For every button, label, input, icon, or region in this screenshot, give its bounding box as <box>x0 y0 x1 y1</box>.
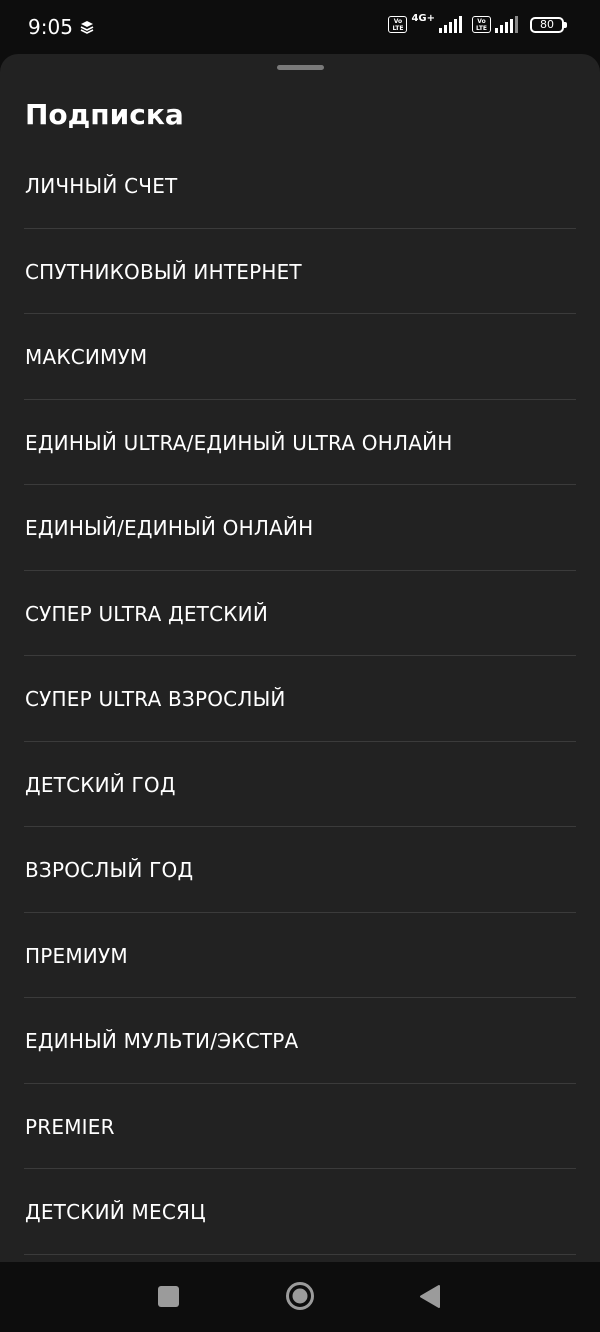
list-item[interactable]: МАКСИМУМ <box>0 314 600 400</box>
list-item[interactable]: ВЗРОСЛЫЙ ГОД <box>0 827 600 913</box>
recents-icon[interactable] <box>158 1286 179 1307</box>
list-item-label: СПУТНИКОВЫЙ ИНТЕРНЕТ <box>25 259 302 284</box>
signal-icon <box>439 16 462 33</box>
list-item[interactable]: ЕДИНЫЙ/ЕДИНЫЙ ОНЛАЙН <box>0 485 600 571</box>
list-item[interactable]: ПРЕМИУМ <box>0 913 600 998</box>
list-item-label: ЕДИНЫЙ МУЛЬТИ/ЭКСТРА <box>25 1029 299 1053</box>
list-item-label: PREMIER <box>25 1114 115 1139</box>
list-item-label: ЛИЧНЫЙ СЧЕТ <box>25 174 178 198</box>
list-item[interactable]: ЕДИНЫЙ ULTRA/ЕДИНЫЙ ULTRA ОНЛАЙН <box>0 400 600 485</box>
list-item[interactable]: ЛИЧНЫЙ СЧЕТ <box>0 143 600 229</box>
layers-icon <box>80 21 94 34</box>
battery-level: 80 <box>540 17 554 31</box>
list-item[interactable]: СУПЕР ULTRA ВЗРОСЛЫЙ <box>0 656 600 742</box>
list-item-label: ЕДИНЫЙ/ЕДИНЫЙ ОНЛАЙН <box>25 516 314 540</box>
home-icon[interactable] <box>285 1281 315 1311</box>
status-icons: Vo LTE 4G+ Vo LTE 80 <box>388 13 567 33</box>
volte-icon: Vo LTE <box>388 16 408 33</box>
list-item[interactable]: ДЕТСКИЙ ГОД <box>0 742 600 827</box>
list-item-label: ЕДИНЫЙ ULTRA/ЕДИНЫЙ ULTRA ОНЛАЙН <box>25 430 453 455</box>
signal-icon-2 <box>495 16 518 33</box>
drag-handle[interactable] <box>277 65 324 70</box>
list-item[interactable]: ДЕТСКИЙ МЕСЯЦ <box>0 1169 600 1255</box>
list-item-label: ДЕТСКИЙ МЕСЯЦ <box>25 1200 206 1224</box>
subscription-sheet: Подписка ЛИЧНЫЙ СЧЕТ СПУТНИКОВЫЙ ИНТЕРНЕ… <box>0 54 600 1262</box>
list-item-label: МАКСИМУМ <box>25 345 148 369</box>
list-item-label: ВЗРОСЛЫЙ ГОД <box>25 858 194 882</box>
divider <box>24 1253 576 1255</box>
list-item-label: ПРЕМИУМ <box>25 943 128 968</box>
list-item-label: СУПЕР ULTRA ВЗРОСЛЫЙ <box>25 687 286 711</box>
battery-icon: 80 <box>530 16 567 33</box>
subscription-list: ЛИЧНЫЙ СЧЕТ СПУТНИКОВЫЙ ИНТЕРНЕТ МАКСИМУ… <box>0 143 600 1255</box>
volte-icon-2: Vo LTE <box>472 16 491 33</box>
status-bar: 9:05 Vo LTE 4G+ Vo LTE 80 <box>0 0 600 54</box>
list-item[interactable]: СУПЕР ULTRA ДЕТСКИЙ <box>0 571 600 656</box>
list-item-label: ДЕТСКИЙ ГОД <box>25 772 176 797</box>
list-item[interactable]: ЕДИНЫЙ МУЛЬТИ/ЭКСТРА <box>0 998 600 1084</box>
back-icon[interactable] <box>419 1284 441 1309</box>
status-time: 9:05 <box>28 15 73 39</box>
list-item[interactable]: PREMIER <box>0 1084 600 1169</box>
navigation-bar <box>0 1262 600 1332</box>
list-item[interactable]: СПУТНИКОВЫЙ ИНТЕРНЕТ <box>0 229 600 314</box>
list-item-label: СУПЕР ULTRA ДЕТСКИЙ <box>25 601 268 626</box>
sheet-title: Подписка <box>25 98 184 131</box>
network-type: 4G+ <box>411 13 435 24</box>
